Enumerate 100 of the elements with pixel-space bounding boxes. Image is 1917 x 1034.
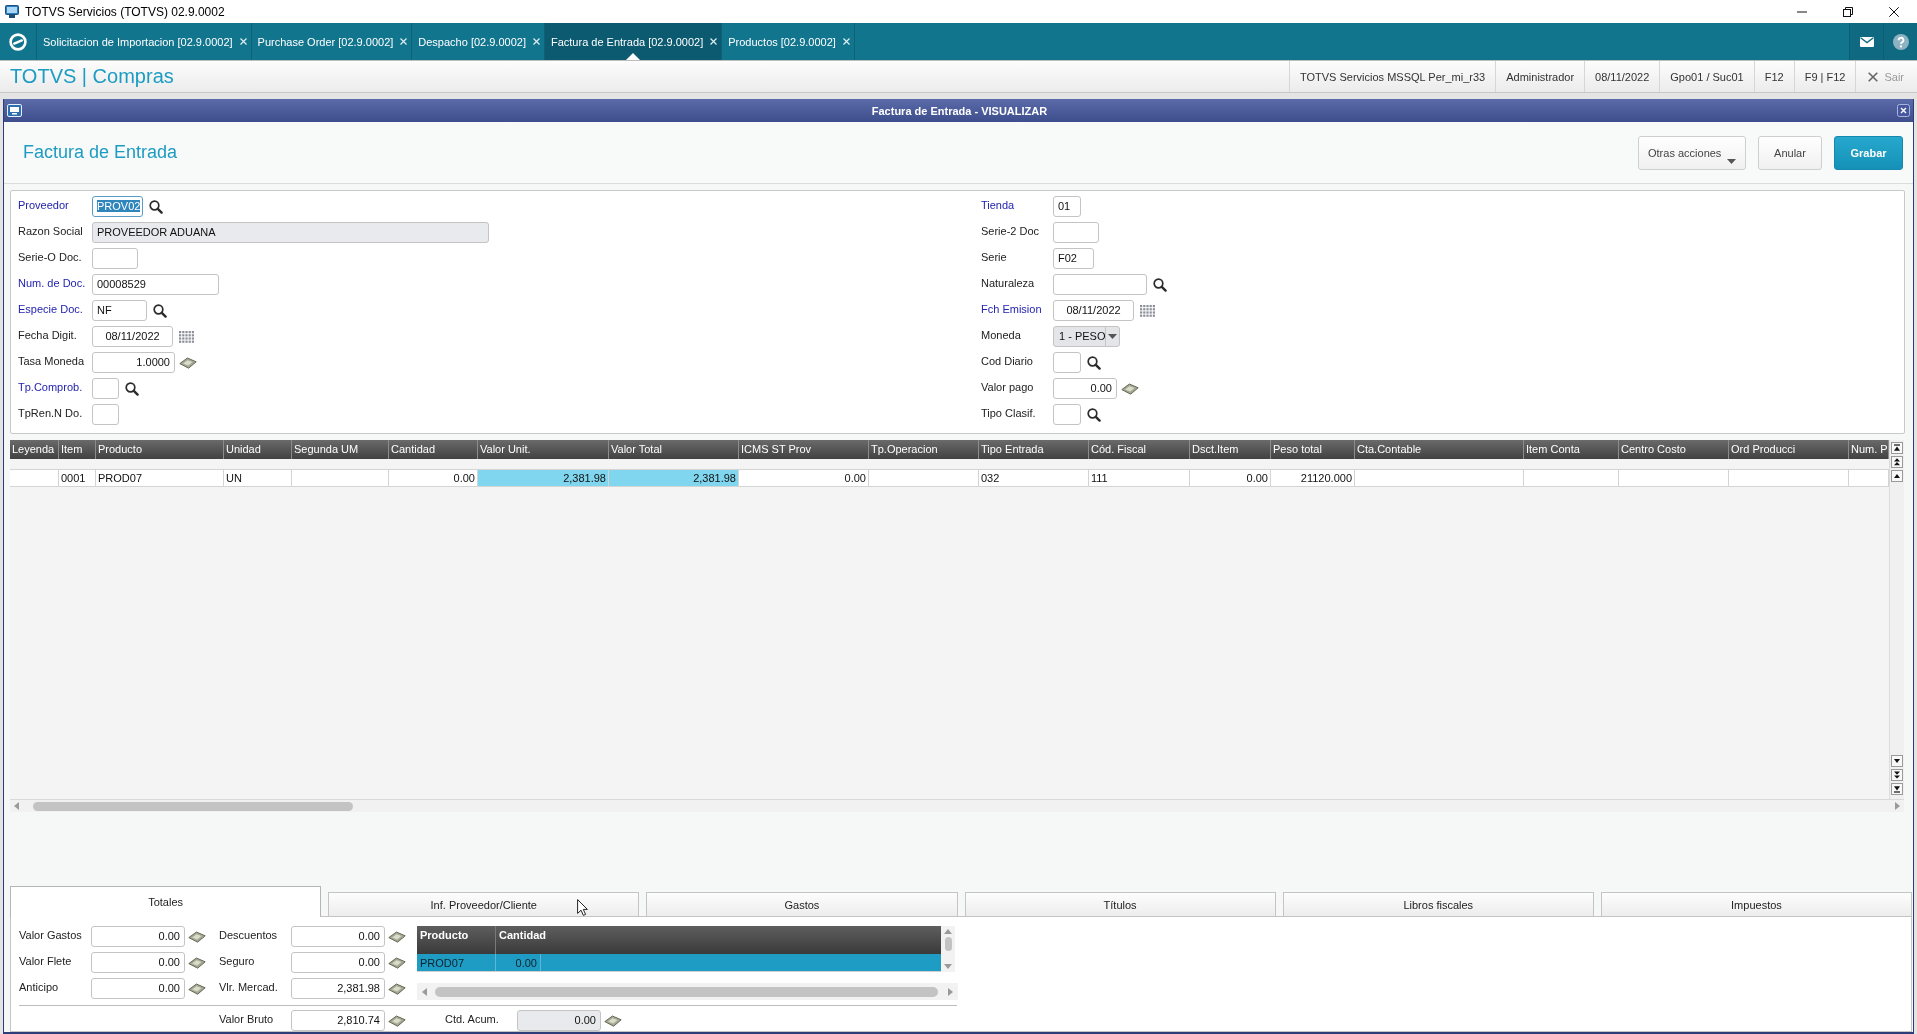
help-icon[interactable] bbox=[1892, 33, 1909, 50]
search-icon[interactable] bbox=[1087, 408, 1101, 422]
input-field[interactable] bbox=[1053, 352, 1081, 373]
double-arrow-down-icon[interactable] bbox=[1891, 769, 1903, 781]
input-field[interactable] bbox=[92, 378, 119, 399]
input-field[interactable]: 0.00 bbox=[291, 952, 385, 973]
ring-logo-icon[interactable] bbox=[9, 32, 27, 51]
field-label: Valor Gastos bbox=[19, 928, 83, 943]
shortcut-key[interactable]: F12 bbox=[1753, 61, 1794, 92]
column-header[interactable]: Segunda UM bbox=[292, 440, 389, 459]
calculator-icon[interactable] bbox=[188, 983, 206, 995]
input-field[interactable]: 0.00 bbox=[1053, 378, 1117, 399]
folder-tab[interactable]: Impuestos bbox=[1600, 892, 1913, 916]
calculator-icon[interactable] bbox=[1121, 383, 1139, 395]
calendar-icon[interactable] bbox=[179, 331, 194, 343]
column-header[interactable]: Item bbox=[59, 440, 96, 459]
column-header[interactable]: Producto bbox=[96, 440, 224, 459]
cancel-button[interactable]: Anular bbox=[1758, 135, 1822, 170]
column-header[interactable]: Tp.Operacion bbox=[869, 440, 979, 459]
table-cell: UN bbox=[224, 470, 292, 487]
input-field[interactable]: 2,810.74 bbox=[291, 1010, 385, 1031]
search-icon[interactable] bbox=[153, 304, 167, 318]
menu-button[interactable]: Otras acciones bbox=[1638, 135, 1746, 170]
calculator-icon[interactable] bbox=[188, 957, 206, 969]
calculator-icon[interactable] bbox=[188, 931, 206, 943]
close-icon[interactable] bbox=[1889, 6, 1899, 17]
input-field[interactable]: 0.00 bbox=[91, 926, 185, 947]
arrow-up-icon[interactable] bbox=[1891, 470, 1903, 482]
scrollbar-thumb[interactable] bbox=[435, 986, 938, 997]
calculator-icon[interactable] bbox=[179, 357, 197, 369]
column-header[interactable]: Item Conta bbox=[1524, 440, 1619, 459]
column-header[interactable]: ICMS ST Prov bbox=[739, 440, 869, 459]
search-icon[interactable] bbox=[149, 200, 163, 214]
column-header[interactable]: Ord Producci bbox=[1729, 440, 1849, 459]
arrow-up-bar-icon[interactable] bbox=[1891, 442, 1903, 454]
scrollbar-thumb[interactable] bbox=[944, 937, 952, 951]
input-field[interactable] bbox=[92, 248, 138, 269]
field-label: Serie bbox=[981, 250, 1008, 263]
table-cell: 0.00 bbox=[496, 954, 541, 971]
input-field[interactable]: 2,381.98 bbox=[291, 978, 385, 999]
shortcut-key[interactable]: F9 | F12 bbox=[1793, 61, 1856, 92]
input-field[interactable]: 01 bbox=[1053, 196, 1081, 217]
field-label: Fecha Digit. bbox=[18, 328, 78, 341]
input-field[interactable]: 0.00 bbox=[91, 978, 185, 999]
calculator-icon[interactable] bbox=[604, 1015, 622, 1027]
calculator-icon[interactable] bbox=[388, 983, 406, 995]
input-field[interactable]: 0.00 bbox=[91, 952, 185, 973]
input-field[interactable]: 08/11/2022 bbox=[92, 326, 173, 347]
calendar-icon[interactable] bbox=[1140, 305, 1155, 317]
calculator-icon[interactable] bbox=[388, 957, 406, 969]
vertical-scrollbar[interactable] bbox=[941, 926, 955, 972]
column-header[interactable]: Valor Unit. bbox=[478, 440, 609, 459]
column-header[interactable]: Dsct.Item bbox=[1190, 440, 1271, 459]
column-header[interactable]: Cta.Contable bbox=[1355, 440, 1524, 459]
restore-icon[interactable] bbox=[1843, 6, 1853, 17]
column-header[interactable]: Valor Total bbox=[609, 440, 739, 459]
folder-tab[interactable]: Totales bbox=[10, 886, 322, 917]
folder-tab[interactable]: Títulos bbox=[964, 892, 1276, 916]
minimize-icon[interactable] bbox=[1797, 10, 1807, 13]
input-field[interactable]: F02 bbox=[1053, 248, 1094, 269]
table-row[interactable]: PROD07 0.00 bbox=[417, 954, 941, 972]
column-header[interactable]: Cantidad bbox=[389, 440, 478, 459]
app-tab[interactable]: Factura de Entrada [02.9.0002] bbox=[544, 23, 723, 60]
input-field[interactable]: 08/11/2022 bbox=[1053, 300, 1134, 321]
horizontal-scrollbar[interactable] bbox=[10, 799, 1904, 812]
arrow-down-icon[interactable] bbox=[1891, 755, 1903, 767]
close-icon[interactable] bbox=[1897, 104, 1910, 117]
arrow-down-bar-icon[interactable] bbox=[1891, 783, 1903, 795]
calculator-icon[interactable] bbox=[388, 1015, 406, 1027]
double-arrow-up-icon[interactable] bbox=[1891, 456, 1903, 468]
folder-tab[interactable]: Inf. Proveedor/Cliente bbox=[328, 892, 640, 916]
folder-tab[interactable]: Gastos bbox=[646, 892, 958, 916]
input-field[interactable]: NF bbox=[92, 300, 147, 321]
input-field[interactable]: PROV02 bbox=[92, 196, 143, 217]
field-label: Ctd. Acum. bbox=[445, 1012, 500, 1025]
search-icon[interactable] bbox=[1087, 356, 1101, 370]
field-label: Serie-O Doc. bbox=[18, 250, 83, 263]
scrollbar-thumb[interactable] bbox=[33, 801, 353, 811]
column-header[interactable]: Tipo Entrada bbox=[979, 440, 1089, 459]
column-header[interactable]: Unidad bbox=[224, 440, 292, 459]
input-field[interactable] bbox=[1053, 274, 1147, 295]
input-field[interactable]: 0.00 bbox=[291, 926, 385, 947]
search-icon[interactable] bbox=[125, 382, 139, 396]
search-icon[interactable] bbox=[1153, 278, 1167, 292]
folder-tab[interactable]: Libros fiscales bbox=[1282, 892, 1594, 916]
input-field[interactable] bbox=[1053, 222, 1099, 243]
column-header[interactable]: Leyenda bbox=[10, 440, 59, 459]
branch-label: Gpo01 / Suc01 bbox=[1659, 61, 1754, 92]
input-field[interactable]: 1.0000 bbox=[92, 352, 175, 373]
horizontal-scrollbar[interactable] bbox=[417, 983, 958, 1000]
mail-icon[interactable] bbox=[1859, 36, 1874, 47]
calculator-icon[interactable] bbox=[388, 931, 406, 943]
input-field[interactable]: 00008529 bbox=[92, 274, 219, 295]
column-header[interactable]: Centro Costo bbox=[1619, 440, 1729, 459]
input-field[interactable] bbox=[92, 404, 119, 425]
column-header[interactable]: Cantidad bbox=[496, 926, 941, 954]
column-header[interactable]: Peso total bbox=[1271, 440, 1355, 459]
column-header[interactable]: Cód. Fiscal bbox=[1089, 440, 1190, 459]
field-label: Vlr. Mercad. bbox=[219, 980, 279, 995]
input-field[interactable] bbox=[1053, 404, 1081, 425]
